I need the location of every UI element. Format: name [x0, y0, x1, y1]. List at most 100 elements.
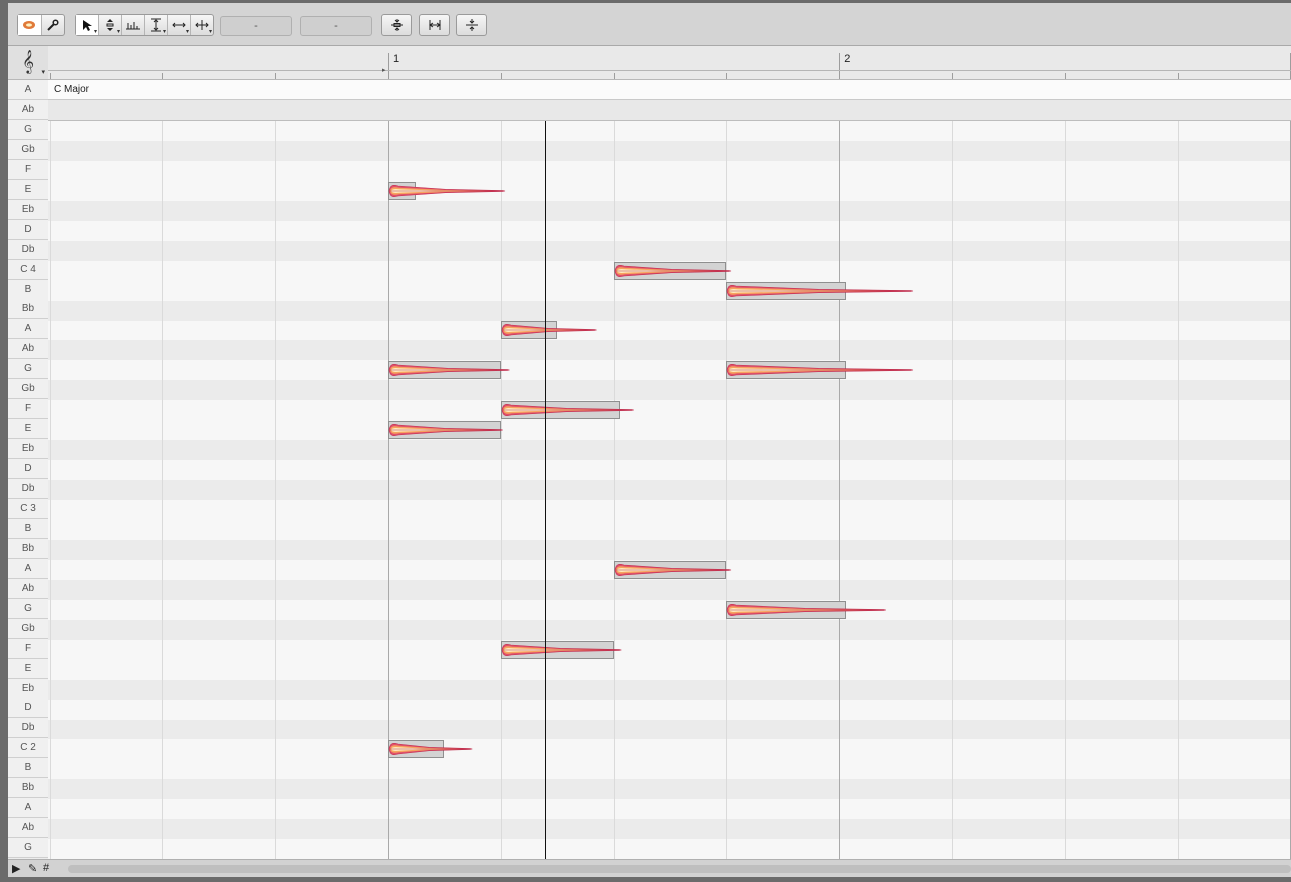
pitch-key[interactable]: Ab: [8, 578, 48, 599]
bar-number: 2: [844, 53, 851, 65]
beat-line: [952, 121, 953, 869]
pitch-key[interactable]: E: [8, 658, 48, 679]
time-value-field[interactable]: -: [300, 16, 372, 36]
beat-line: [839, 121, 841, 869]
pitch-key[interactable]: Db: [8, 718, 48, 739]
note-waveform: [614, 563, 731, 576]
pitch-key[interactable]: Ab: [8, 818, 48, 839]
pitch-key[interactable]: G: [8, 838, 48, 859]
note-waveform: [388, 184, 506, 197]
pitch-key[interactable]: G: [8, 359, 48, 380]
pitch-lane: [48, 539, 1291, 560]
pitch-key[interactable]: A: [8, 319, 48, 340]
pitch-key[interactable]: B: [8, 518, 48, 539]
pitch-lane: [48, 759, 1291, 780]
pitch-lane: [48, 599, 1291, 620]
pitch-key[interactable]: Db: [8, 239, 48, 260]
note-waveform: [501, 643, 622, 656]
playhead[interactable]: [544, 121, 546, 869]
pitch-lane: [48, 300, 1291, 321]
pitch-tool-icon[interactable]: ▾: [99, 15, 122, 35]
pitch-key[interactable]: C 2: [8, 738, 48, 759]
pitch-key[interactable]: F: [8, 399, 48, 420]
pitch-lane: [48, 799, 1291, 820]
pitch-key[interactable]: G: [8, 598, 48, 619]
pitch-key[interactable]: A: [8, 798, 48, 819]
separation-tool-icon[interactable]: ▾: [191, 15, 213, 35]
pitch-lane: [48, 480, 1291, 501]
pitch-key[interactable]: Ab: [8, 339, 48, 360]
pitch-key[interactable]: F: [8, 159, 48, 180]
note-waveform: [727, 284, 914, 297]
pitch-lane: [48, 440, 1291, 461]
clef-selector[interactable]: 𝄞 ▾: [8, 46, 49, 80]
melodyne-logo-icon[interactable]: [18, 15, 42, 35]
ruler-tick: [613, 73, 615, 79]
pitch-key[interactable]: C 4: [8, 259, 48, 280]
pitch-lane: [48, 200, 1291, 221]
bar-ruler[interactable]: 1 2 ▸: [48, 46, 1291, 80]
pitch-key[interactable]: D: [8, 459, 48, 480]
horizontal-scrollbar[interactable]: [68, 865, 1291, 873]
pitch-lane: [48, 220, 1291, 241]
pitch-lane: [48, 280, 1291, 301]
pitch-key[interactable]: F: [8, 638, 48, 659]
ruler-tick: [162, 73, 164, 79]
pitch-lane: [48, 180, 1291, 201]
pitch-key[interactable]: Bb: [8, 299, 48, 320]
pitch-lane: [48, 420, 1291, 441]
note-waveform: [388, 364, 510, 377]
pitch-key[interactable]: Gb: [8, 379, 48, 400]
ruler-tick: [952, 73, 953, 79]
pitch-lane: [48, 619, 1291, 640]
pitch-key[interactable]: Gb: [8, 139, 48, 160]
pitch-key[interactable]: Bb: [8, 778, 48, 799]
pitch-lane: [48, 360, 1291, 381]
pitch-key[interactable]: Eb: [8, 439, 48, 460]
time-tool-icon[interactable]: ▾: [168, 15, 191, 35]
formant-tool-icon[interactable]: [122, 15, 145, 35]
pitch-key[interactable]: Eb: [8, 199, 48, 220]
pitch-lane: [48, 460, 1291, 481]
pitch-lane: [48, 719, 1291, 740]
pitch-key[interactable]: E: [8, 419, 48, 440]
pitch-key[interactable]: Ab: [8, 99, 48, 120]
pitch-key[interactable]: Db: [8, 479, 48, 499]
pitch-quantize-icon[interactable]: [381, 14, 412, 36]
note-waveform: [388, 424, 503, 437]
pitch-ruler[interactable]: A Ab G Gb F E Eb D Db C 4 B Bb A Ab G Gb F E Eb D Db C 3 B Bb A A…: [8, 80, 49, 868]
note-waveform: [388, 743, 473, 756]
pitch-key[interactable]: B: [8, 279, 48, 300]
pitch-lane: [48, 121, 1291, 141]
center-icon[interactable]: [456, 14, 487, 36]
pitch-key[interactable]: E: [8, 179, 48, 200]
pitch-key[interactable]: G: [8, 119, 48, 140]
beat-line: [49, 121, 51, 869]
pointer-status-icon[interactable]: ▶: [12, 862, 20, 875]
pitch-lane: [48, 380, 1291, 401]
pointer-tool-icon[interactable]: ▾: [76, 15, 99, 35]
pitch-key[interactable]: Gb: [8, 618, 48, 639]
ruler-tick: [275, 73, 277, 79]
scale-lane: [48, 100, 1291, 120]
pitch-key[interactable]: Eb: [8, 678, 48, 699]
pitch-key[interactable]: A: [8, 80, 48, 100]
pitch-lane: [48, 659, 1291, 680]
wrench-icon[interactable]: [42, 15, 65, 35]
pitch-key[interactable]: B: [8, 758, 48, 779]
amplitude-tool-icon[interactable]: ▾: [145, 15, 168, 35]
grid-status-icon[interactable]: #: [43, 862, 49, 874]
beat-line: [1064, 121, 1066, 869]
tool-status-icon[interactable]: ✎: [28, 862, 37, 875]
pitch-key[interactable]: A: [8, 558, 48, 579]
note-editor-grid[interactable]: [48, 120, 1291, 869]
pitch-key[interactable]: D: [8, 698, 48, 719]
treble-clef-icon: 𝄞: [22, 51, 34, 73]
pitch-key[interactable]: D: [8, 219, 48, 240]
pitch-lane: [48, 679, 1291, 700]
pitch-key[interactable]: C 3: [8, 498, 48, 519]
pitch-key[interactable]: Bb: [8, 538, 48, 559]
pitch-value-field[interactable]: -: [220, 16, 292, 36]
time-quantize-icon[interactable]: [419, 14, 450, 36]
melodyne-editor-window: ▾ ▾ ▾ ▾ ▾ - - 𝄞 ▾ 1 2 ▸ A Ab G Gb F E Eb…: [8, 3, 1291, 877]
